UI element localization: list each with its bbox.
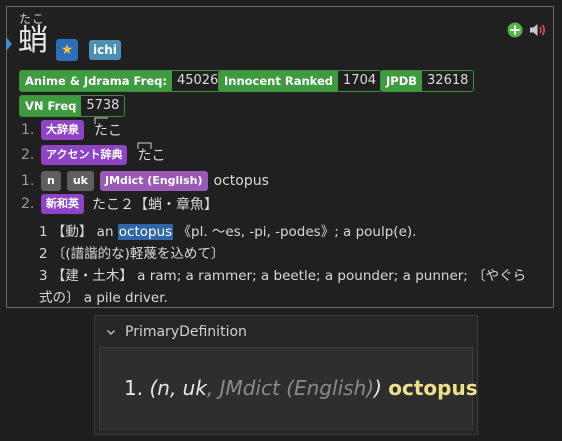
dict-tag: JMdict (English): [100, 171, 208, 191]
entry-marker: [6, 37, 12, 51]
definition-line-2: 2 〔(譜諧的な)軽蔑を込めて〕: [39, 246, 225, 262]
freq-badge-anime: Anime & Jdrama Freq: 45026: [19, 70, 225, 92]
pitch-graph: [94, 117, 108, 124]
pd-number: 1.: [124, 376, 144, 400]
definition-line-3-cont: 式の〕 a pile driver.: [39, 290, 168, 306]
pitch-reading: たこ: [94, 117, 122, 140]
pd-tags: n, uk: [157, 376, 207, 400]
definition-row-1: 1. n uk JMdict (English) octopus: [21, 171, 269, 191]
pos-tag-uk: uk: [66, 171, 94, 191]
pd-separator: ,: [206, 376, 220, 400]
star-icon: ★: [56, 39, 78, 61]
headword: 蛸: [18, 23, 48, 58]
freq-value: 1704: [338, 71, 382, 91]
definition-number: 1.: [21, 173, 35, 189]
pos-tag-n: n: [41, 171, 61, 191]
freq-value: 32618: [422, 71, 474, 91]
freq-badge-innocent: Innocent Ranked 1704: [218, 70, 383, 92]
freq-badge-vn: VN Freq 5738: [19, 95, 126, 117]
definition-line-3: 3 【建・土木】 a ram; a rammer; a beetle; a po…: [39, 268, 527, 284]
gloss-text: 1 【動】 an: [39, 224, 118, 240]
pitch-reading-text: たこ: [94, 123, 122, 139]
panel-body: 1. (n, uk, JMdict (English)) octopus: [99, 347, 478, 430]
pd-gloss: octopus: [388, 376, 478, 400]
speaker-icon[interactable]: [529, 22, 545, 38]
definition-number: 2.: [21, 196, 35, 212]
dictionary-popup: たこ 蛸 ★ ichi Anime & Jdrama Freq: 45026 I…: [6, 6, 554, 308]
definition-line-1: 1 【動】 an octopus 《pl. 〜es, -pi, -podes》;…: [39, 220, 416, 240]
pitch-graph: [137, 142, 152, 149]
pitch-row-2: 2. アクセント辞典 たこ: [21, 142, 166, 165]
dict-tag: 大辞泉: [41, 120, 84, 140]
selected-word[interactable]: octopus: [117, 224, 174, 240]
gloss-text: 《pl. 〜es, -pi, -podes》; a poulp(e).: [173, 224, 417, 240]
entry-actions: [507, 22, 545, 38]
primary-definition-panel: PrimaryDefinition 1. (n, uk, JMdict (Eng…: [94, 315, 478, 435]
plus-circle-icon[interactable]: [507, 22, 523, 38]
definition-head: たこ２【蛸・章魚】: [92, 197, 218, 213]
primary-definition: 1. (n, uk, JMdict (English)) octopus: [124, 376, 478, 400]
dict-tag: アクセント辞典: [41, 145, 128, 165]
ichi-tag: ichi: [89, 40, 121, 60]
pitch-row-1: 1. 大辞泉 たこ: [21, 117, 122, 140]
pd-paren-close: ): [374, 376, 382, 400]
dict-tag: 新和英: [41, 194, 84, 214]
panel-title: PrimaryDefinition: [125, 324, 247, 340]
pitch-number: 2.: [21, 147, 35, 163]
pitch-reading-text: たこ: [137, 148, 166, 164]
freq-value: 5738: [81, 96, 125, 116]
freq-name: Innocent Ranked: [219, 71, 339, 91]
freq-name: Anime & Jdrama Freq:: [20, 71, 172, 91]
freq-value: 45026: [171, 71, 224, 91]
chevron-down-icon[interactable]: [105, 326, 117, 338]
panel-header[interactable]: PrimaryDefinition: [105, 324, 247, 340]
definition-row-2: 2. 新和英 たこ２【蛸・章魚】: [21, 194, 218, 214]
pitch-number: 1.: [21, 122, 35, 138]
freq-name: VN Freq: [20, 96, 82, 116]
pitch-reading: たこ: [137, 142, 166, 165]
freq-badge-jpdb: JPDB 32618: [380, 70, 475, 92]
gloss: octopus: [213, 173, 269, 189]
pd-dict: JMdict (English): [219, 376, 375, 400]
freq-name: JPDB: [381, 71, 423, 91]
